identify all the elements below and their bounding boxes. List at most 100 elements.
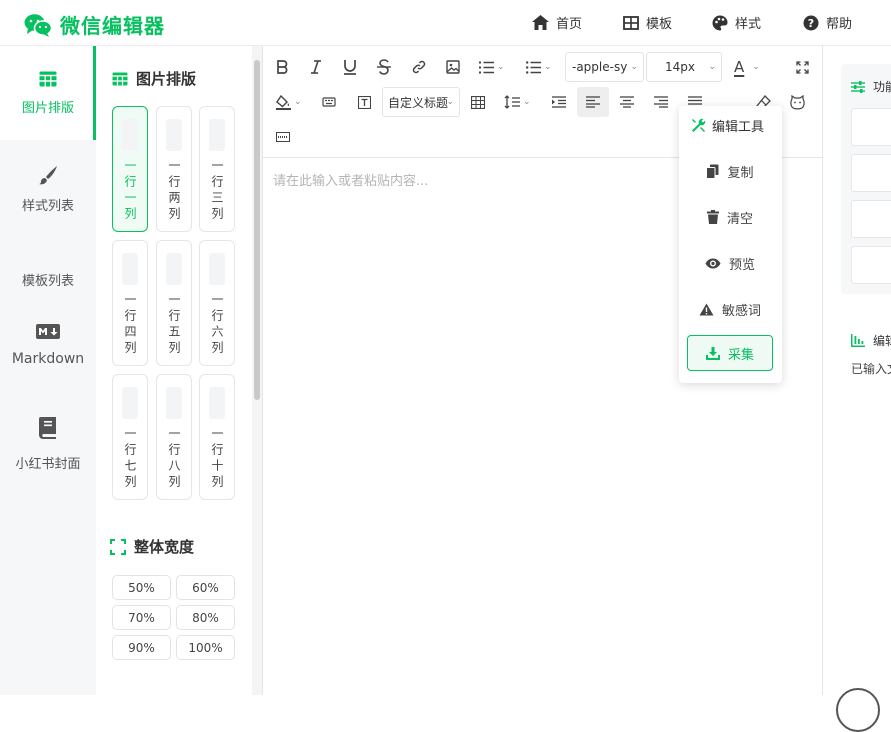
nav-templates-label: 模板 (646, 17, 673, 32)
cat-icon (789, 94, 805, 109)
width-option-80[interactable]: 80% (176, 605, 235, 630)
editor-placeholder[interactable]: 请在此输入或者粘贴内容... (273, 170, 428, 189)
layout-card-1x4[interactable]: 一行四列 (112, 240, 148, 366)
fullscreen-button[interactable] (795, 60, 809, 74)
edit-section-title: 编辑 (851, 332, 891, 349)
sidebar-item-markdown[interactable]: Markdown (0, 320, 96, 380)
align-center-icon (620, 96, 634, 108)
nav-home-label: 首页 (556, 17, 583, 32)
layout-card-1x1[interactable]: 一行一列 (112, 106, 148, 232)
scrollbar-thumb[interactable] (254, 60, 260, 400)
image-button[interactable] (445, 59, 461, 75)
clear-format-button[interactable] (356, 95, 372, 109)
ordered-list-button[interactable]: ⌄ (479, 59, 505, 75)
html-button[interactable] (275, 131, 291, 143)
panel-scrollbar[interactable] (252, 46, 262, 695)
layout-card-1x6[interactable]: 一行六列 (199, 240, 235, 366)
function-input-2[interactable] (851, 154, 891, 192)
layout-card-1x10[interactable]: 一行十列 (199, 374, 235, 500)
indent-button[interactable] (551, 95, 567, 109)
bullet-list-icon (526, 60, 541, 74)
bold-button[interactable] (275, 58, 291, 76)
sidebar-item-label: 样式列表 (21, 199, 74, 214)
markdown-icon (36, 324, 60, 339)
logo[interactable]: 微信编辑器 (24, 10, 165, 39)
card-thumbnail (122, 119, 138, 151)
function-input-4[interactable] (851, 246, 891, 284)
link-button[interactable] (411, 59, 427, 75)
chevron-down-icon: ⌄ (523, 97, 531, 107)
layout-panel: 图片排版 一行一列 一行两列 一行三列 一行四列 一行五列 一行六列 一行七列 … (96, 46, 252, 695)
word-count-text: 已输入文 (851, 362, 891, 376)
font-size-select[interactable]: 14px ⌄ (646, 52, 722, 82)
function-input-3[interactable] (851, 200, 891, 238)
background-color-button[interactable]: ⌄ (276, 94, 302, 110)
nav-home[interactable]: 首页 (532, 13, 582, 32)
text-color-button[interactable]: A ⌄ (734, 57, 760, 77)
fullscreen-icon (795, 60, 809, 74)
layout-card-1x3[interactable]: 一行三列 (199, 106, 235, 232)
svg-text:?: ? (808, 17, 814, 30)
width-option-90[interactable]: 90% (112, 635, 171, 660)
layout-panel-title-text: 图片排版 (136, 70, 197, 88)
clear-button[interactable]: 清空 (687, 199, 773, 235)
sidebar-item-xhs-cover[interactable]: 小红书封面 (0, 410, 96, 490)
font-size-value: 14px (665, 60, 695, 74)
popup-title: 编辑工具 (691, 116, 764, 135)
nav-templates[interactable]: 模板 (623, 13, 672, 32)
bar-chart-icon (851, 334, 865, 347)
card-label: 一行两列 (167, 159, 181, 223)
edit-tools-popup: 编辑工具 复制 清空 预览 敏感词 采集 (679, 106, 782, 383)
collect-button[interactable]: 采集 (687, 335, 773, 371)
align-right-button[interactable] (653, 95, 669, 109)
italic-button[interactable] (308, 58, 324, 76)
format-painter-button[interactable] (321, 95, 337, 109)
sensitive-words-button[interactable]: 敏感词 (687, 291, 773, 327)
preview-button[interactable]: 预览 (687, 245, 773, 281)
emoji-button[interactable] (789, 94, 805, 110)
warning-icon (699, 303, 714, 315)
grid-icon (623, 15, 639, 30)
layout-panel-title: 图片排版 (112, 68, 196, 89)
copy-button[interactable]: 复制 (687, 153, 773, 189)
table-icon (39, 71, 57, 87)
width-option-60[interactable]: 60% (176, 575, 235, 600)
align-left-button[interactable] (577, 87, 609, 117)
sidebar-item-style-list[interactable]: 样式列表 (0, 140, 96, 230)
nav-styles[interactable]: 样式 (712, 13, 761, 32)
width-option-100[interactable]: 100% (176, 635, 235, 660)
table-button[interactable] (470, 95, 486, 109)
expand-icon (110, 538, 126, 555)
preview-label: 预览 (728, 257, 755, 273)
align-right-icon (654, 96, 668, 108)
tools-icon (692, 118, 706, 132)
card-label: 一行八列 (167, 427, 181, 491)
width-section-title-text: 整体宽度 (134, 538, 195, 556)
strikethrough-button[interactable] (376, 58, 392, 76)
font-family-select[interactable]: -apple-sy ⌄ (565, 52, 644, 82)
format-painter-icon (322, 97, 336, 107)
width-option-50[interactable]: 50% (112, 575, 171, 600)
heading-select[interactable]: 自定义标题 ⌄ (382, 87, 460, 117)
indent-icon (552, 96, 566, 108)
sidebar-item-image-layout[interactable]: 图片排版 (0, 46, 96, 140)
bullet-list-button[interactable]: ⌄ (526, 59, 552, 75)
popup-title-text: 编辑工具 (712, 120, 765, 135)
underline-button[interactable] (342, 58, 358, 76)
nav-help[interactable]: ? 帮助 (803, 13, 852, 32)
top-bar: 微信编辑器 首页 模板 样式 ? 帮助 (0, 0, 891, 46)
card-label: 一行十列 (210, 427, 224, 491)
layout-card-1x5[interactable]: 一行五列 (156, 240, 192, 366)
font-family-value: -apple-sy (572, 60, 628, 74)
line-height-button[interactable]: ⌄ (504, 94, 531, 110)
layout-card-1x8[interactable]: 一行八列 (156, 374, 192, 500)
layout-card-1x2[interactable]: 一行两列 (156, 106, 192, 232)
width-option-70[interactable]: 70% (112, 605, 171, 630)
function-input-1[interactable] (851, 108, 891, 146)
book-icon (39, 417, 56, 439)
align-center-button[interactable] (619, 95, 635, 109)
sidebar-item-template-list[interactable]: 模板列表 (0, 230, 96, 320)
strikethrough-icon (377, 59, 391, 75)
layout-card-1x7[interactable]: 一行七列 (112, 374, 148, 500)
text-color-icon: A (734, 58, 745, 76)
